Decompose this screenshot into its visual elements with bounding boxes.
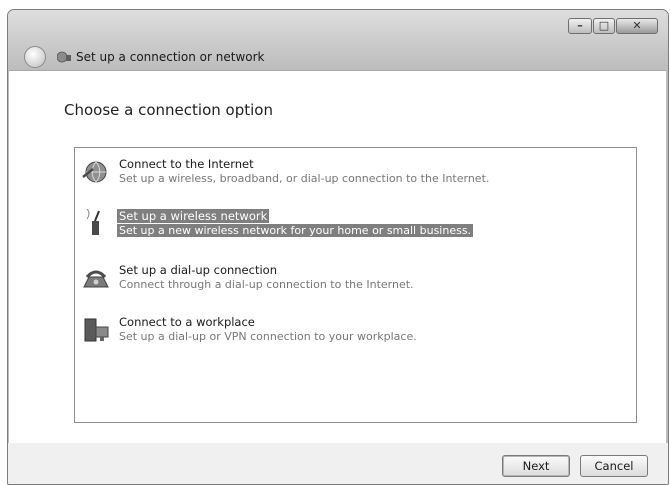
- title-bar: – □ ✕ Set up a connection or network: [8, 10, 668, 70]
- footer-bar: Next Cancel: [8, 443, 668, 484]
- network-icon: [57, 51, 71, 63]
- option-title: Set up a wireless network: [117, 209, 270, 223]
- option-wireless-network[interactable]: Set up a wireless network Set up a new w…: [79, 208, 499, 242]
- close-button[interactable]: ✕: [616, 18, 658, 34]
- content-area: Choose a connection option Connect to th…: [9, 70, 666, 444]
- option-description: Set up a new wireless network for your h…: [117, 224, 474, 237]
- internet-globe-icon: [82, 161, 107, 183]
- maximize-button[interactable]: □: [593, 18, 615, 34]
- option-description: Connect through a dial-up connection to …: [119, 278, 414, 291]
- workplace-icon: [84, 318, 109, 342]
- option-title: Connect to a workplace: [119, 315, 255, 329]
- next-button[interactable]: Next: [502, 455, 570, 477]
- minimize-button[interactable]: –: [568, 18, 592, 34]
- wireless-network-icon: [86, 209, 100, 235]
- option-description: Set up a dial-up or VPN connection to yo…: [119, 330, 417, 343]
- close-icon: ✕: [632, 19, 642, 32]
- connection-options-list: Connect to the Internet Set up a wireles…: [74, 147, 637, 423]
- option-dial-up[interactable]: Set up a dial-up connection Connect thro…: [79, 262, 499, 296]
- minimize-icon: –: [577, 19, 583, 32]
- back-button[interactable]: [24, 46, 46, 68]
- maximize-icon: □: [598, 19, 610, 32]
- option-title: Connect to the Internet: [119, 157, 254, 171]
- option-workplace[interactable]: Connect to a workplace Set up a dial-up …: [79, 314, 499, 348]
- wizard-window: – □ ✕ Set up a connection or network Cho…: [7, 9, 669, 485]
- dial-up-phone-icon: [83, 270, 109, 288]
- option-title: Set up a dial-up connection: [119, 263, 277, 277]
- option-description: Set up a wireless, broadband, or dial-up…: [119, 172, 490, 185]
- window-title: Set up a connection or network: [76, 50, 265, 64]
- page-title: Choose a connection option: [64, 101, 273, 119]
- option-connect-internet[interactable]: Connect to the Internet Set up a wireles…: [79, 156, 499, 190]
- cancel-button[interactable]: Cancel: [580, 455, 648, 477]
